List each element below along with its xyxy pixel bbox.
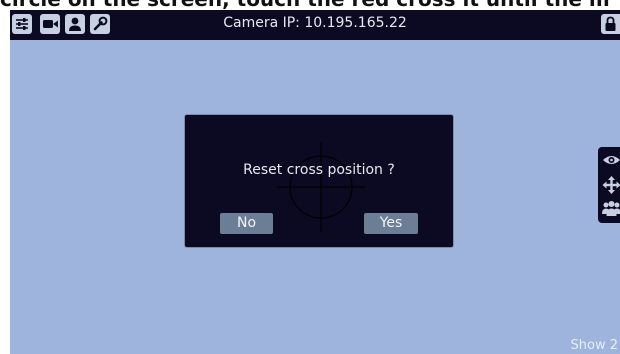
move-arrows-icon[interactable] — [601, 175, 620, 195]
lock-icon[interactable] — [601, 14, 620, 34]
caption-text: circle on the screen, touch the red cros… — [0, 0, 610, 10]
reset-cross-dialog: Reset cross position ? No Yes — [184, 114, 454, 248]
crosshair-icon — [277, 142, 365, 232]
eye-icon[interactable] — [601, 150, 620, 170]
instruction-caption: circle on the screen, touch the red cros… — [0, 0, 620, 10]
yes-button[interactable]: Yes — [364, 213, 418, 234]
show-label: Show 2 — [570, 338, 618, 353]
no-button[interactable]: No — [220, 213, 273, 234]
top-toolbar: Camera IP: 10.195.165.22 — [10, 10, 620, 40]
dialog-message: Reset cross position ? — [243, 162, 395, 178]
camera-ip-label: Camera IP: 10.195.165.22 — [223, 15, 407, 31]
group-icon[interactable] — [601, 199, 620, 219]
side-panel — [598, 147, 620, 223]
camera-screen: Camera IP: 10.195.165.22 Reset cross pos… — [10, 10, 620, 354]
